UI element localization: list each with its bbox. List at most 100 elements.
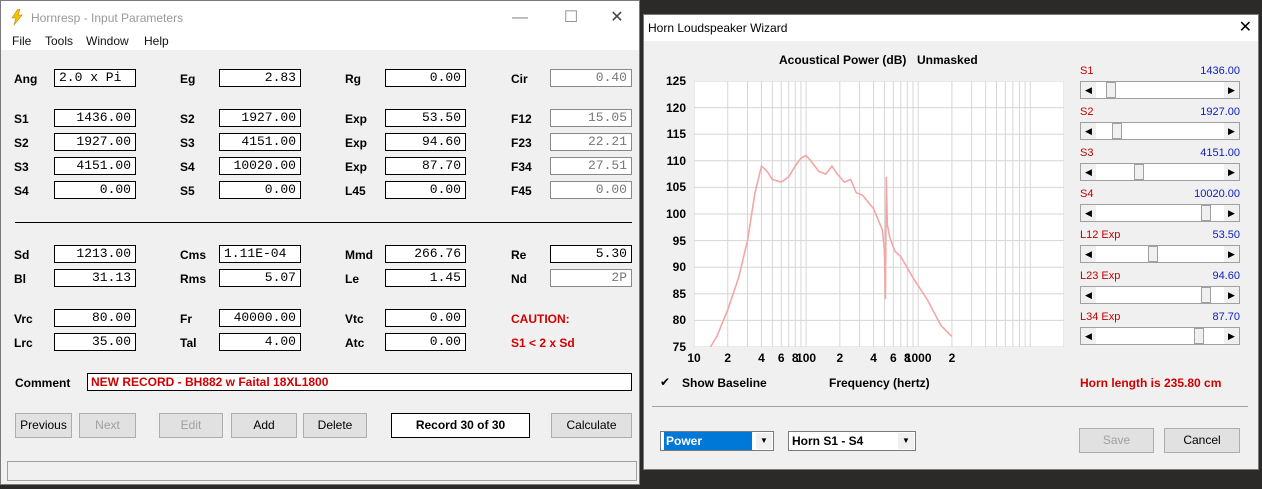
arrow-right-icon[interactable]: ▶ — [1224, 123, 1239, 139]
field-s1[interactable]: 1436.00 — [54, 109, 136, 127]
close-button[interactable]: ✕ — [594, 7, 640, 29]
field-rg[interactable]: 0.00 — [385, 69, 466, 87]
field-s5[interactable]: 0.00 — [219, 181, 301, 199]
field-s3b[interactable]: 4151.00 — [54, 157, 136, 175]
field-sd[interactable]: 1213.00 — [54, 245, 136, 263]
field-exp3[interactable]: 87.70 — [385, 157, 466, 175]
slider-track[interactable]: ◀ ▶ — [1080, 286, 1240, 304]
slider-l34-value: 87.70 — [1212, 311, 1240, 323]
slider-l12-label: L12 Exp — [1080, 229, 1121, 241]
slider-l23-value: 94.60 — [1212, 270, 1240, 282]
slider-track[interactable]: ◀ ▶ — [1080, 81, 1240, 99]
field-s2b[interactable]: 1927.00 — [54, 133, 136, 151]
field-s4b[interactable]: 0.00 — [54, 181, 136, 199]
comment-field[interactable]: NEW RECORD - BH882 w Faital 18XL1800 — [87, 373, 632, 391]
label-s2: S2 — [180, 112, 195, 126]
slider-s2-label: S2 — [1080, 106, 1094, 118]
wizard-title-bar[interactable]: Horn Loudspeaker Wizard ✕ — [644, 15, 1258, 41]
label-s3b: S3 — [14, 160, 29, 174]
field-eg[interactable]: 2.83 — [219, 69, 301, 87]
title-bar[interactable]: Hornresp - Input Parameters — ☐ ✕ — [1, 1, 639, 34]
slider-track[interactable]: ◀ ▶ — [1080, 163, 1240, 181]
label-s2b: S2 — [14, 136, 29, 150]
menu-file[interactable]: File — [12, 34, 31, 48]
menu-help[interactable]: Help — [144, 34, 169, 48]
slider-track[interactable]: ◀ ▶ — [1080, 122, 1240, 140]
cancel-button[interactable]: Cancel — [1164, 428, 1240, 453]
y-tick-label: 110 — [666, 153, 686, 168]
slider-track[interactable]: ◀ ▶ — [1080, 327, 1240, 345]
chevron-down-icon[interactable]: ▼ — [898, 433, 914, 449]
label-rms: Rms — [180, 272, 207, 286]
chevron-down-icon[interactable]: ▼ — [756, 433, 772, 449]
record-indicator: Record 30 of 30 — [391, 413, 530, 438]
field-re[interactable]: 5.30 — [550, 245, 632, 263]
arrow-left-icon[interactable]: ◀ — [1081, 82, 1096, 98]
field-exp2[interactable]: 94.60 — [385, 133, 466, 151]
arrow-right-icon[interactable]: ▶ — [1224, 328, 1239, 344]
field-cir: 0.40 — [550, 69, 632, 87]
field-le[interactable]: 1.45 — [385, 269, 466, 287]
arrow-right-icon[interactable]: ▶ — [1224, 205, 1239, 221]
slider-l12-value: 53.50 — [1212, 229, 1240, 241]
next-button[interactable]: Next — [79, 413, 136, 438]
calculate-button[interactable]: Calculate — [551, 413, 632, 438]
arrow-left-icon[interactable]: ◀ — [1081, 246, 1096, 262]
arrow-left-icon[interactable]: ◀ — [1081, 287, 1096, 303]
baseline-check-icon[interactable]: ✔ — [660, 375, 670, 389]
field-atc[interactable]: 0.00 — [385, 333, 466, 351]
slider-s4-value: 10020.00 — [1194, 188, 1240, 200]
show-baseline-label[interactable]: Show Baseline — [682, 376, 767, 390]
arrow-left-icon[interactable]: ◀ — [1081, 123, 1096, 139]
arrow-left-icon[interactable]: ◀ — [1081, 164, 1096, 180]
arrow-right-icon[interactable]: ▶ — [1224, 246, 1239, 262]
arrow-right-icon[interactable]: ▶ — [1224, 164, 1239, 180]
add-button[interactable]: Add — [231, 413, 297, 438]
maximize-button[interactable]: ☐ — [548, 7, 594, 29]
field-fr[interactable]: 40000.00 — [219, 309, 301, 327]
field-vrc[interactable]: 80.00 — [54, 309, 136, 327]
field-f12: 15.05 — [550, 109, 632, 127]
slider-track[interactable]: ◀ ▶ — [1080, 245, 1240, 263]
field-ang[interactable]: 2.0 x Pi — [54, 69, 136, 87]
y-tick-label: 105 — [665, 180, 686, 195]
minimize-button[interactable]: — — [497, 7, 543, 29]
menu-bar: File Tools Window Help — [1, 34, 639, 50]
menu-tools[interactable]: Tools — [45, 34, 73, 48]
wizard-close-button[interactable]: ✕ — [1239, 17, 1252, 37]
status-bar — [7, 461, 637, 481]
arrow-right-icon[interactable]: ▶ — [1224, 287, 1239, 303]
slider-thumb[interactable] — [1201, 205, 1212, 221]
slider-thumb[interactable] — [1112, 123, 1123, 139]
field-mmd[interactable]: 266.76 — [385, 245, 466, 263]
arrow-right-icon[interactable]: ▶ — [1224, 82, 1239, 98]
slider-thumb[interactable] — [1134, 164, 1145, 180]
field-s3[interactable]: 4151.00 — [219, 133, 301, 151]
field-exp1[interactable]: 53.50 — [385, 109, 466, 127]
field-tal[interactable]: 4.00 — [219, 333, 301, 351]
mode-select[interactable]: Power ▼ — [660, 431, 774, 451]
field-l45[interactable]: 0.00 — [385, 181, 466, 199]
arrow-left-icon[interactable]: ◀ — [1081, 205, 1096, 221]
y-tick-label: 80 — [672, 313, 686, 328]
save-button[interactable]: Save — [1079, 428, 1154, 453]
menu-window[interactable]: Window — [86, 34, 129, 48]
delete-button[interactable]: Delete — [303, 413, 367, 438]
field-cms[interactable]: 1.11E-04 — [219, 245, 301, 263]
edit-button[interactable]: Edit — [159, 413, 223, 438]
slider-track[interactable]: ◀ ▶ — [1080, 204, 1240, 222]
slider-thumb[interactable] — [1148, 246, 1159, 262]
previous-button[interactable]: Previous — [15, 413, 72, 438]
field-vtc[interactable]: 0.00 — [385, 309, 466, 327]
field-rms[interactable]: 5.07 — [219, 269, 301, 287]
field-bl[interactable]: 31.13 — [54, 269, 136, 287]
slider-thumb[interactable] — [1201, 287, 1212, 303]
arrow-left-icon[interactable]: ◀ — [1081, 328, 1096, 344]
field-s2[interactable]: 1927.00 — [219, 109, 301, 127]
field-f45: 0.00 — [550, 181, 632, 199]
field-lrc[interactable]: 35.00 — [54, 333, 136, 351]
field-s4[interactable]: 10020.00 — [219, 157, 301, 175]
horn-select[interactable]: Horn S1 - S4 ▼ — [788, 431, 916, 451]
slider-thumb[interactable] — [1106, 82, 1117, 98]
slider-thumb[interactable] — [1194, 328, 1205, 344]
